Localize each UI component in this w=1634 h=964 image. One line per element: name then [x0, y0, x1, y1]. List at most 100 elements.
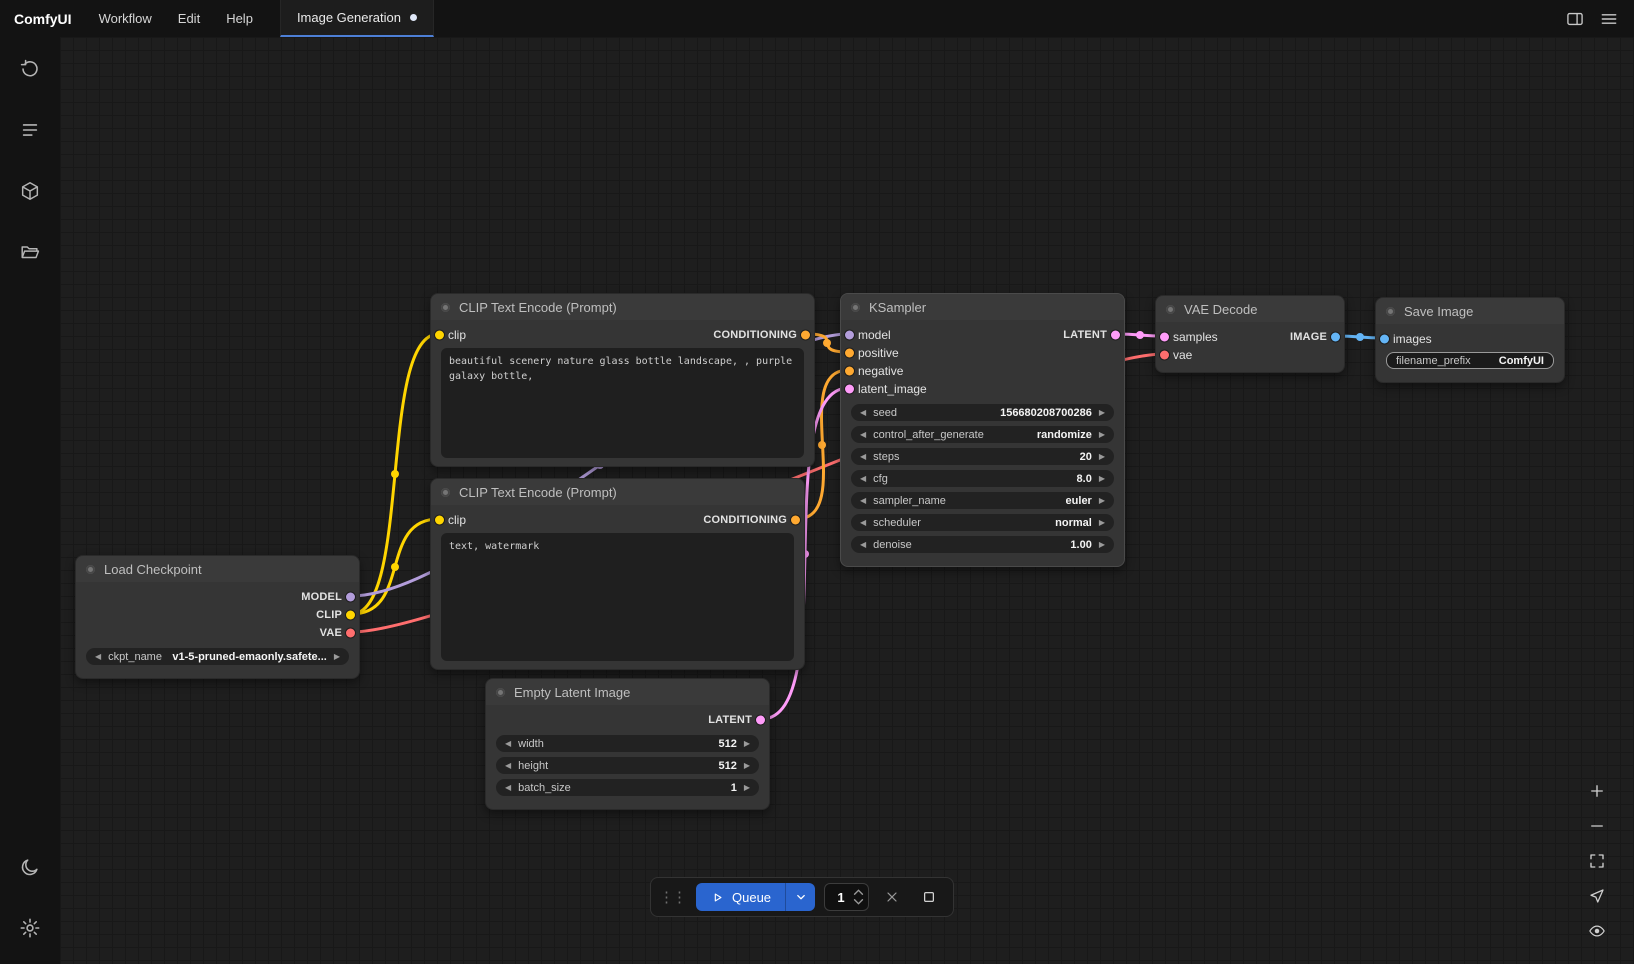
widget-seed[interactable]: ◀ seed 156680208700286 ▶ [851, 404, 1114, 421]
decrement-arrow-icon[interactable]: ◀ [505, 762, 511, 770]
port-vae-output[interactable] [346, 629, 355, 638]
settings-button[interactable] [10, 908, 50, 948]
node-header[interactable]: Empty Latent Image [486, 679, 769, 705]
increment-arrow-icon[interactable]: ▶ [744, 740, 750, 748]
main-menu-button[interactable] [1594, 4, 1624, 34]
widget-cfg[interactable]: ◀ cfg 8.0 ▶ [851, 470, 1114, 487]
decrement-arrow-icon[interactable]: ◀ [860, 431, 866, 439]
decrement-arrow-icon[interactable]: ◀ [860, 475, 866, 483]
port-clip-input[interactable] [435, 331, 444, 340]
port-clip-output[interactable] [346, 611, 355, 620]
widget-batch-size[interactable]: ◀ batch_size 1 ▶ [496, 779, 759, 796]
negative-prompt-textarea[interactable]: text, watermark [441, 533, 794, 661]
port-images-input[interactable] [1380, 335, 1389, 344]
collapse-dot[interactable] [86, 565, 95, 574]
queue-options-button[interactable] [785, 883, 815, 911]
widget-height[interactable]: ◀ height 512 ▶ [496, 757, 759, 774]
collapse-dot[interactable] [1386, 307, 1395, 316]
decrement-arrow-icon[interactable]: ◀ [860, 497, 866, 505]
port-clip-input[interactable] [435, 516, 444, 525]
increment-arrow-icon[interactable]: ▶ [744, 784, 750, 792]
widget-control-after-generate[interactable]: ◀ control_after_generate randomize ▶ [851, 426, 1114, 443]
batch-count-stepper[interactable]: 1 [824, 883, 869, 911]
widget-sampler-name[interactable]: ◀ sampler_name euler ▶ [851, 492, 1114, 509]
theme-toggle-button[interactable] [10, 847, 50, 887]
port-samples-input[interactable] [1160, 333, 1169, 342]
toggle-link-visibility-button[interactable] [1582, 916, 1612, 946]
decrement-arrow-icon[interactable]: ◀ [860, 519, 866, 527]
tab-image-generation[interactable]: Image Generation [280, 0, 434, 37]
collapse-dot[interactable] [441, 303, 450, 312]
increment-arrow-icon[interactable]: ▶ [1099, 519, 1105, 527]
increment-arrow-icon[interactable]: ▶ [1099, 497, 1105, 505]
decrement-arrow-icon[interactable]: ◀ [860, 541, 866, 549]
increment-arrow-icon[interactable]: ▶ [1099, 431, 1105, 439]
widget-filename-prefix[interactable]: filename_prefix ComfyUI [1386, 352, 1554, 369]
node-header[interactable]: VAE Decode [1156, 296, 1344, 322]
increment-arrow-icon[interactable]: ▶ [1099, 453, 1105, 461]
batch-increment-button[interactable] [853, 889, 864, 896]
port-positive-input[interactable] [845, 349, 854, 358]
widget-scheduler[interactable]: ◀ scheduler normal ▶ [851, 514, 1114, 531]
port-latent-image-input[interactable] [845, 385, 854, 394]
fit-view-button[interactable] [1582, 846, 1612, 876]
menu-help[interactable]: Help [213, 0, 266, 37]
drag-handle-icon[interactable]: ⋮⋮ [657, 888, 687, 906]
queue-button[interactable]: Queue [696, 883, 785, 911]
port-conditioning-output[interactable] [791, 516, 800, 525]
node-header[interactable]: KSampler [841, 294, 1124, 320]
port-vae-input[interactable] [1160, 351, 1169, 360]
collapse-dot[interactable] [496, 688, 505, 697]
widget-steps[interactable]: ◀ steps 20 ▶ [851, 448, 1114, 465]
node-save-image[interactable]: Save Image images filename_prefix ComfyU… [1375, 297, 1565, 383]
port-conditioning-output[interactable] [801, 331, 810, 340]
select-mode-button[interactable] [1582, 881, 1612, 911]
collapse-dot[interactable] [851, 303, 860, 312]
widget-ckpt-name[interactable]: ◀ ckpt_name v1-5-pruned-emaonly.safete..… [86, 648, 349, 665]
port-latent-output[interactable] [756, 716, 765, 725]
batch-decrement-button[interactable] [853, 898, 864, 905]
zoom-out-button[interactable] [1582, 811, 1612, 841]
port-latent-output[interactable] [1111, 331, 1120, 340]
decrement-arrow-icon[interactable]: ◀ [860, 409, 866, 417]
node-load-checkpoint[interactable]: Load Checkpoint MODEL CLIP VAE ◀ ckpt_na… [75, 555, 360, 679]
port-model-input[interactable] [845, 331, 854, 340]
node-clip-text-encode-positive[interactable]: CLIP Text Encode (Prompt) clip CONDITION… [430, 293, 815, 467]
graph-canvas[interactable]: Load Checkpoint MODEL CLIP VAE ◀ ckpt_na… [60, 37, 1634, 964]
increment-arrow-icon[interactable]: ▶ [744, 762, 750, 770]
decrement-arrow-icon[interactable]: ◀ [860, 453, 866, 461]
port-image-output[interactable] [1331, 333, 1340, 342]
menu-edit[interactable]: Edit [165, 0, 213, 37]
port-model-output[interactable] [346, 593, 355, 602]
collapse-dot[interactable] [441, 488, 450, 497]
node-empty-latent-image[interactable]: Empty Latent Image LATENT ◀ width 512 ▶ … [485, 678, 770, 810]
collapse-dot[interactable] [1166, 305, 1175, 314]
increment-arrow-icon[interactable]: ▶ [334, 653, 340, 661]
positive-prompt-textarea[interactable]: beautiful scenery nature glass bottle la… [441, 348, 804, 458]
sidebar-model-library-button[interactable] [10, 171, 50, 211]
port-negative-input[interactable] [845, 367, 854, 376]
cancel-run-button[interactable] [878, 883, 906, 911]
clear-queue-button[interactable] [915, 883, 943, 911]
sidebar-queue-history-button[interactable] [10, 49, 50, 89]
decrement-arrow-icon[interactable]: ◀ [95, 653, 101, 661]
node-header[interactable]: CLIP Text Encode (Prompt) [431, 294, 814, 320]
widget-width[interactable]: ◀ width 512 ▶ [496, 735, 759, 752]
menu-workflow[interactable]: Workflow [86, 0, 165, 37]
node-header[interactable]: CLIP Text Encode (Prompt) [431, 479, 804, 505]
widget-denoise[interactable]: ◀ denoise 1.00 ▶ [851, 536, 1114, 553]
sidebar-node-library-button[interactable] [10, 110, 50, 150]
decrement-arrow-icon[interactable]: ◀ [505, 784, 511, 792]
increment-arrow-icon[interactable]: ▶ [1099, 541, 1105, 549]
node-header[interactable]: Save Image [1376, 298, 1564, 324]
decrement-arrow-icon[interactable]: ◀ [505, 740, 511, 748]
sidebar-workflows-button[interactable] [10, 232, 50, 272]
node-clip-text-encode-negative[interactable]: CLIP Text Encode (Prompt) clip CONDITION… [430, 478, 805, 670]
zoom-in-button[interactable] [1582, 776, 1612, 806]
toggle-panel-button[interactable] [1560, 4, 1590, 34]
node-header[interactable]: Load Checkpoint [76, 556, 359, 582]
increment-arrow-icon[interactable]: ▶ [1099, 475, 1105, 483]
node-vae-decode[interactable]: VAE Decode samples IMAGE vae [1155, 295, 1345, 373]
increment-arrow-icon[interactable]: ▶ [1099, 409, 1105, 417]
node-ksampler[interactable]: KSampler model LATENT positive negative … [840, 293, 1125, 567]
